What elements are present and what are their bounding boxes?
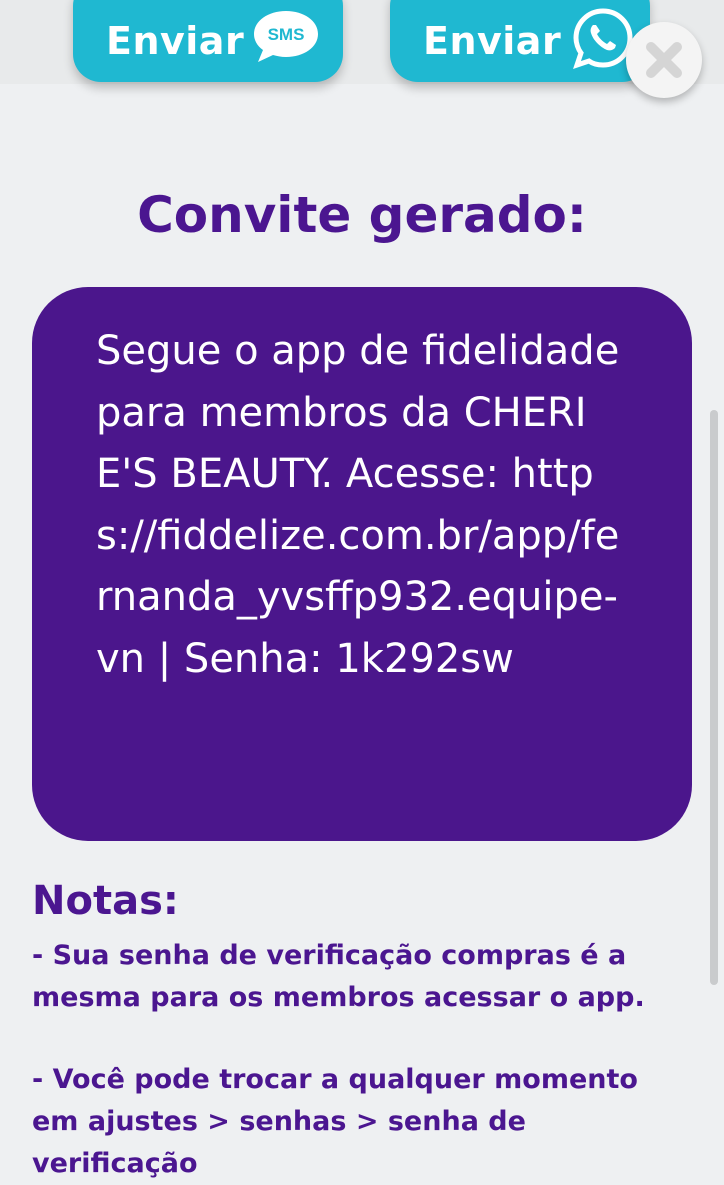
page-title: Convite gerado:: [137, 186, 587, 244]
send-whatsapp-button[interactable]: Enviar: [390, 0, 650, 82]
note-item: - Você pode trocar a qualquer momento em…: [32, 1064, 638, 1179]
close-button[interactable]: [626, 22, 702, 98]
scrollbar[interactable]: [710, 410, 718, 985]
invite-message-box: Segue o app de fidelidade para membros d…: [32, 287, 692, 841]
send-sms-label: Enviar: [106, 19, 245, 63]
invite-message-text: Segue o app de fidelidade para membros d…: [96, 328, 620, 682]
sms-bubble-icon: SMS: [254, 11, 319, 62]
send-sms-button[interactable]: Enviar SMS: [73, 0, 343, 82]
sms-badge-text: SMS: [268, 25, 305, 44]
close-icon: [646, 42, 682, 78]
send-whatsapp-label: Enviar: [423, 19, 562, 63]
notes-title: Notas:: [32, 878, 179, 924]
note-item: - Sua senha de verificação compras é a m…: [32, 940, 645, 1013]
